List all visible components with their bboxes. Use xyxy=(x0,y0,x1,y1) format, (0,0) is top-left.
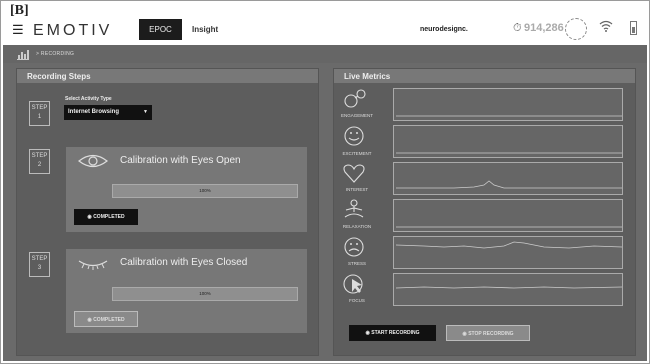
button-label: COMPLETED xyxy=(93,317,125,323)
progress-text: 100% xyxy=(199,188,211,193)
stop-recording-button[interactable]: ◉ STOP RECORDING xyxy=(446,325,530,341)
panel-title: Live Metrics xyxy=(344,72,391,81)
progress-text: 100% xyxy=(199,291,211,296)
metric-label: INTEREST xyxy=(345,187,369,192)
step-number: 1 xyxy=(37,114,42,120)
step-badge: STEP 2 xyxy=(29,149,50,174)
step-word: STEP xyxy=(31,105,48,111)
screenshot-frame: [B] ☰ EMOTIV EPOC Insight neurodesignc. … xyxy=(0,0,650,364)
metric-label: ENGAGEMENT xyxy=(340,113,373,118)
panel-header: Recording Steps xyxy=(17,69,318,83)
start-recording-button[interactable]: ◉ START RECORDING xyxy=(349,325,436,341)
panel-title: Recording Steps xyxy=(27,72,91,81)
button-label: COMPLETED xyxy=(93,214,125,220)
timer-value: 914,286 xyxy=(524,22,564,34)
metric-row-excitement: EXCITEMENT xyxy=(337,125,623,160)
caret-down-icon: ▼ xyxy=(143,109,148,115)
metric-row-engagement: ENGAGEMENT xyxy=(337,88,623,123)
metric-label: EXCITEMENT xyxy=(342,151,372,156)
button-label: START RECORDING xyxy=(371,330,420,336)
excitement-icon xyxy=(344,126,364,146)
metric-graph xyxy=(393,236,623,269)
completed-button[interactable]: ◉ COMPLETED xyxy=(74,311,138,327)
metric-graph xyxy=(393,88,623,121)
calibration-eyes-open-card: Calibration with Eyes Open 100% ◉ COMPLE… xyxy=(66,147,307,232)
completed-button[interactable]: ◉ COMPLETED xyxy=(74,209,138,225)
step-word: STEP xyxy=(31,256,48,262)
metric-row-stress: STRESS xyxy=(337,236,623,271)
panel-header: Live Metrics xyxy=(334,69,635,83)
battery-icon xyxy=(630,21,637,35)
recording-steps-panel: Recording Steps STEP 1 Select Activity T… xyxy=(16,68,319,356)
step-badge: STEP 1 xyxy=(29,101,50,126)
activity-type-select[interactable]: Internet Browsing ▼ xyxy=(64,105,152,120)
metric-row-focus: FOCUS xyxy=(337,273,623,308)
tab-insight[interactable]: Insight xyxy=(192,25,218,34)
step-badge: STEP 3 xyxy=(29,252,50,277)
focus-icon xyxy=(343,274,363,294)
app-body: > RECORDING Recording Steps STEP 1 Selec… xyxy=(3,45,647,361)
metric-graph xyxy=(393,199,623,232)
metric-label: STRESS xyxy=(347,261,366,266)
wifi-icon xyxy=(599,20,613,32)
eye-closed-icon xyxy=(78,260,108,270)
heart-icon xyxy=(343,164,365,183)
card-title: Calibration with Eyes Closed xyxy=(120,257,248,268)
progress-bar: 100% xyxy=(112,287,298,301)
breadcrumb: > RECORDING xyxy=(3,45,647,63)
relaxation-icon xyxy=(344,199,364,218)
eye-open-icon xyxy=(78,154,108,168)
step-number: 3 xyxy=(37,265,42,271)
step-word: STEP xyxy=(31,153,48,159)
metric-graph xyxy=(393,162,623,195)
metric-label: FOCUS xyxy=(349,298,365,303)
select-label: Select Activity Type xyxy=(65,96,112,102)
breadcrumb-text: > RECORDING xyxy=(36,51,75,57)
card-title: Calibration with Eyes Open xyxy=(120,155,241,166)
live-metrics-panel: Live Metrics ENGAGEMENT EXCITEMENT INTER… xyxy=(333,68,636,356)
chart-icon xyxy=(17,49,29,60)
metric-graph xyxy=(393,125,623,158)
engagement-icon xyxy=(344,89,366,108)
brand-label: neurodesignc. xyxy=(420,26,468,33)
metric-label: RELAXATION xyxy=(342,224,372,229)
emotiv-logo: EMOTIV xyxy=(33,22,113,39)
step-number: 2 xyxy=(37,162,42,168)
tab-epoc[interactable]: EPOC xyxy=(139,19,182,40)
timer-icon: ⏱ xyxy=(513,22,522,34)
top-bar: ☰ EMOTIV EPOC Insight neurodesignc. ⏱ 91… xyxy=(3,17,647,43)
menu-icon[interactable]: ☰ xyxy=(12,23,24,36)
metric-row-interest: INTEREST xyxy=(337,162,623,197)
metric-row-relaxation: RELAXATION xyxy=(337,199,623,234)
select-value: Internet Browsing xyxy=(68,109,120,115)
stress-icon xyxy=(344,237,364,257)
progress-bar: 100% xyxy=(112,184,298,198)
metric-graph xyxy=(393,273,623,306)
button-label: STOP RECORDING xyxy=(468,331,514,337)
headset-icon[interactable] xyxy=(565,18,587,40)
calibration-eyes-closed-card: Calibration with Eyes Closed 100% ◉ COMP… xyxy=(66,249,307,333)
